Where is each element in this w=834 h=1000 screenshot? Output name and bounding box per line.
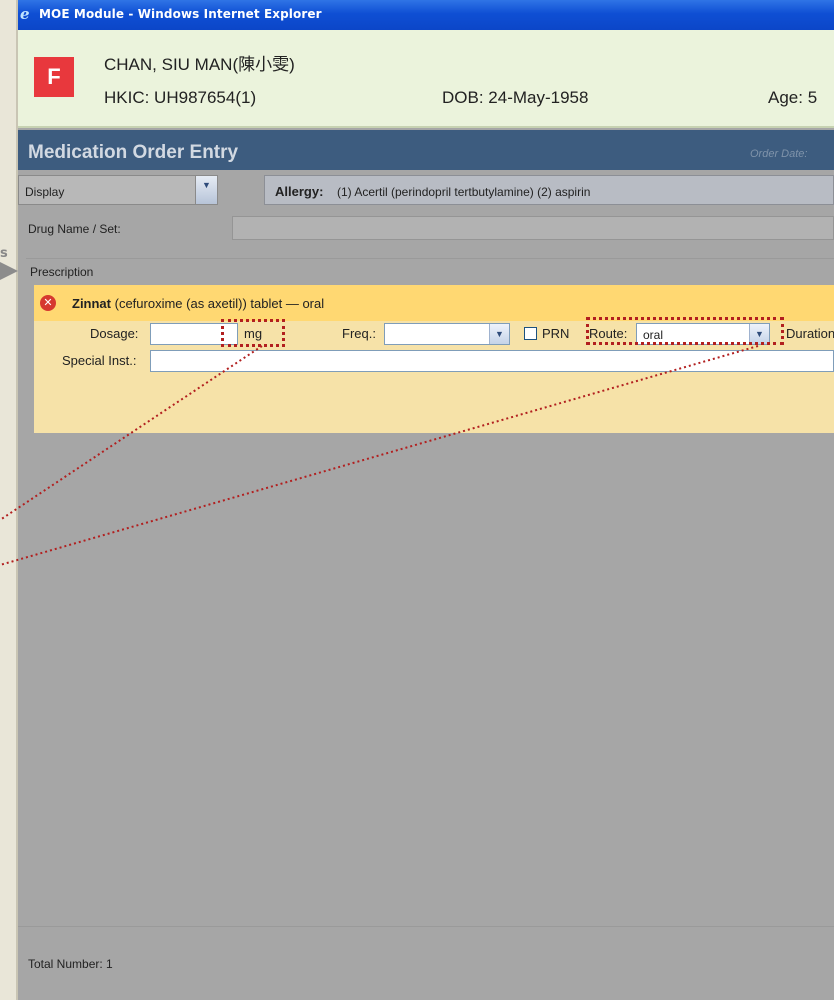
patient-age: Age: 5 — [768, 88, 818, 107]
chevron-down-icon[interactable]: ▼ — [489, 324, 509, 344]
display-select[interactable]: Display ▼ — [18, 175, 218, 205]
patient-hkic: HKIC: UH987654(1) — [104, 88, 257, 107]
drug-brand-name: Zinnat — [72, 296, 111, 311]
drug-name-label: Drug Name / Set: — [28, 222, 121, 236]
order-fields: Dosage: mg Freq.: ▼ PRN Route: oral ▼ Du… — [34, 317, 834, 433]
ie-logo-icon: e — [20, 5, 30, 23]
total-number: Total Number: 1 — [28, 957, 113, 971]
drug-bar: ✕ Zinnat (cefuroxime (as axetil)) tablet… — [34, 285, 834, 321]
order-date-label: Order Date: — [750, 148, 808, 160]
remove-icon[interactable]: ✕ — [40, 295, 56, 311]
allergy-banner: Allergy: (1) Acertil (perindopril tertbu… — [264, 175, 834, 205]
cropped-letter: s — [0, 246, 8, 261]
display-row: Display ▼ Allergy: (1) Acertil (perindop… — [18, 172, 834, 210]
patient-banner: F CHAN, SIU MAN(陳小雯) HKIC: UH987654(1) D… — [18, 30, 834, 128]
drug-description: (cefuroxime (as axetil)) tablet — oral — [111, 296, 325, 311]
chevron-down-icon[interactable]: ▼ — [195, 176, 217, 204]
dosage-label: Dosage: — [90, 326, 139, 341]
special-inst-label: Special Inst.: — [62, 353, 137, 368]
freq-label: Freq.: — [342, 326, 376, 341]
dosage-unit-highlight — [221, 319, 285, 347]
order-item: ✕ Zinnat (cefuroxime (as axetil)) tablet… — [34, 285, 834, 433]
prn-checkbox[interactable] — [524, 327, 537, 340]
patient-dob: DOB: 24-May-1958 — [442, 88, 589, 107]
prn-label: PRN — [542, 326, 570, 341]
drug-line: Zinnat (cefuroxime (as axetil)) tablet —… — [72, 296, 324, 311]
prescription-label: Prescription — [30, 265, 94, 279]
duration-label: Duration — [786, 326, 834, 341]
moe-header: Medication Order Entry Order Date: — [18, 130, 834, 170]
drug-name-input[interactable] — [232, 216, 834, 240]
sex-badge: F — [34, 57, 74, 97]
pointer-arrow-icon — [0, 262, 18, 280]
patient-name: CHAN, SIU MAN(陳小雯) — [104, 55, 295, 74]
prescription-panel: Prescription ✕ Zinnat (cefuroxime (as ax… — [26, 258, 834, 926]
ie-window: e MOE Module - Windows Internet Explorer… — [18, 0, 834, 1000]
window-title: MOE Module - Windows Internet Explorer — [39, 7, 322, 21]
left-slide-strip: s — [0, 0, 18, 1000]
allergy-text: (1) Acertil (perindopril tertbutylamine)… — [337, 185, 591, 199]
window-titlebar[interactable]: e MOE Module - Windows Internet Explorer — [18, 0, 834, 30]
special-inst-input[interactable] — [150, 350, 834, 372]
route-highlight — [586, 317, 784, 345]
allergy-label: Allergy: — [275, 184, 324, 199]
display-select-value: Display — [25, 185, 65, 199]
footer-area: Total Number: 1 — [18, 926, 834, 1000]
freq-select[interactable]: ▼ — [384, 323, 510, 345]
page-title: Medication Order Entry — [28, 142, 239, 163]
